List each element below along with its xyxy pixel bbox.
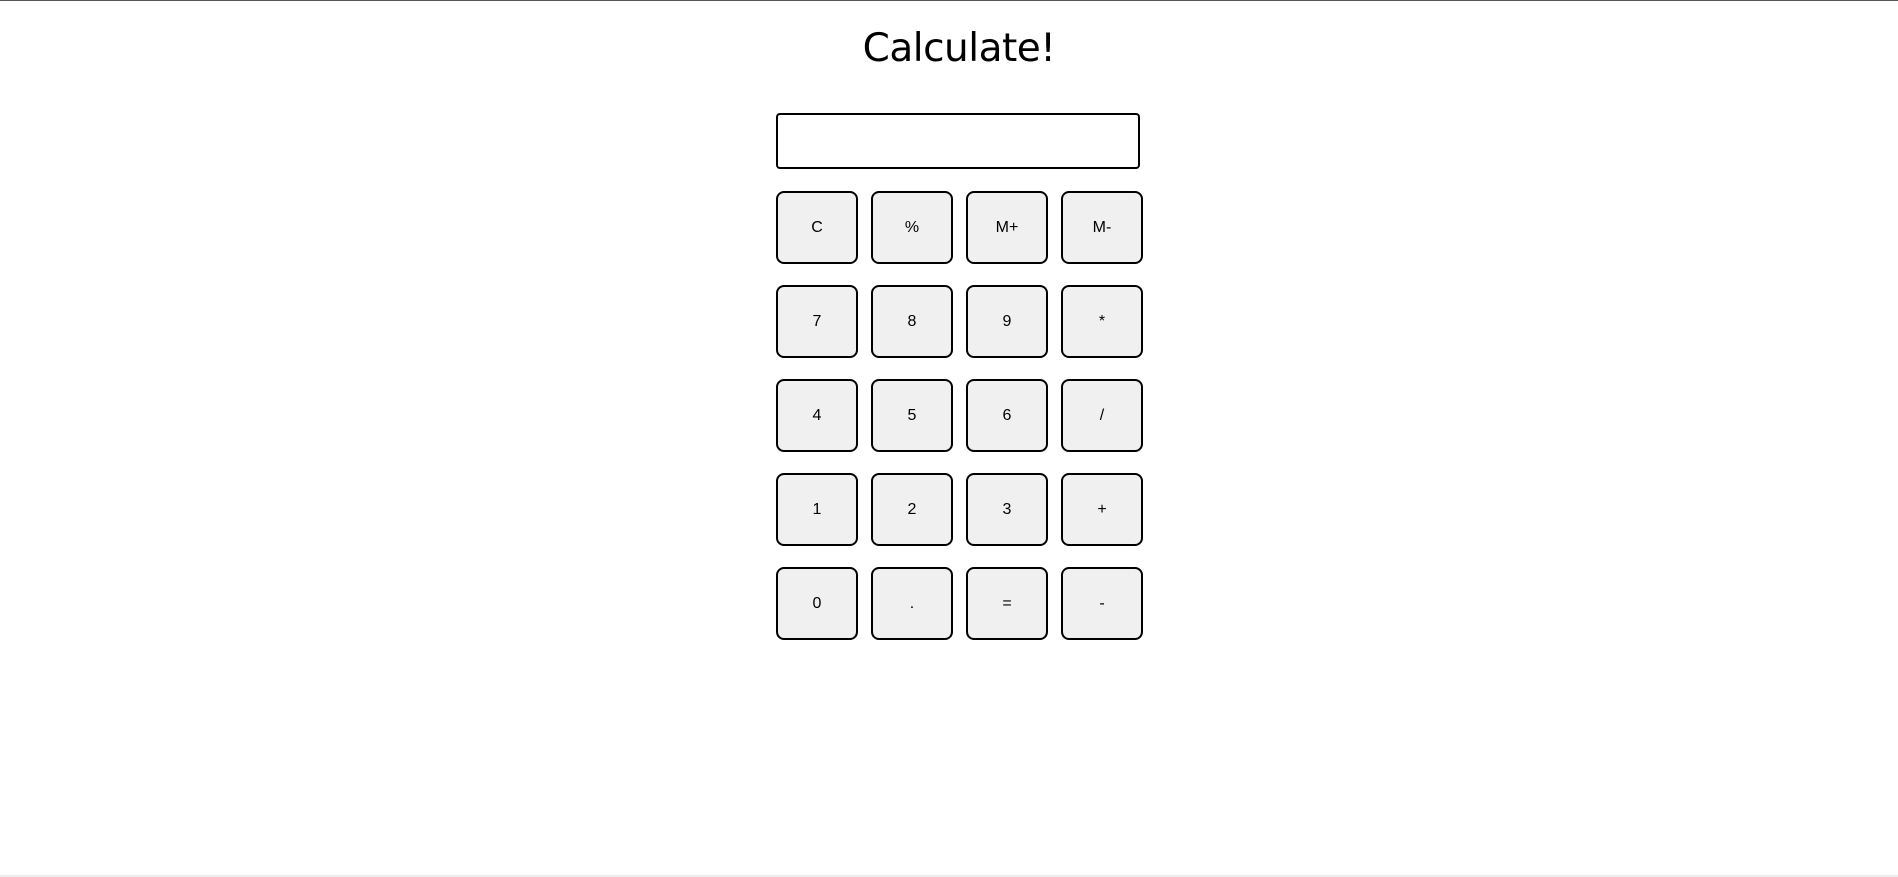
page-title: Calculate! — [862, 26, 1056, 71]
digit-5-button[interactable]: 5 — [871, 379, 953, 452]
digit-9-button[interactable]: 9 — [966, 285, 1048, 358]
digit-7-button[interactable]: 7 — [776, 285, 858, 358]
memory-add-button[interactable]: M+ — [966, 191, 1048, 264]
calculator-display[interactable] — [776, 113, 1140, 169]
digit-0-button[interactable]: 0 — [776, 567, 858, 640]
calculator-keypad: C % M+ M- 7 8 9 * 4 5 6 / 1 2 3 + 0 . = … — [776, 191, 1143, 640]
digit-1-button[interactable]: 1 — [776, 473, 858, 546]
digit-2-button[interactable]: 2 — [871, 473, 953, 546]
percent-button[interactable]: % — [871, 191, 953, 264]
digit-8-button[interactable]: 8 — [871, 285, 953, 358]
equals-button[interactable]: = — [966, 567, 1048, 640]
digit-4-button[interactable]: 4 — [776, 379, 858, 452]
digit-6-button[interactable]: 6 — [966, 379, 1048, 452]
multiply-button[interactable]: * — [1061, 285, 1143, 358]
digit-3-button[interactable]: 3 — [966, 473, 1048, 546]
add-button[interactable]: + — [1061, 473, 1143, 546]
decimal-point-button[interactable]: . — [871, 567, 953, 640]
top-divider — [0, 0, 1898, 1]
clear-button[interactable]: C — [776, 191, 858, 264]
memory-subtract-button[interactable]: M- — [1061, 191, 1143, 264]
divide-button[interactable]: / — [1061, 379, 1143, 452]
subtract-button[interactable]: - — [1061, 567, 1143, 640]
